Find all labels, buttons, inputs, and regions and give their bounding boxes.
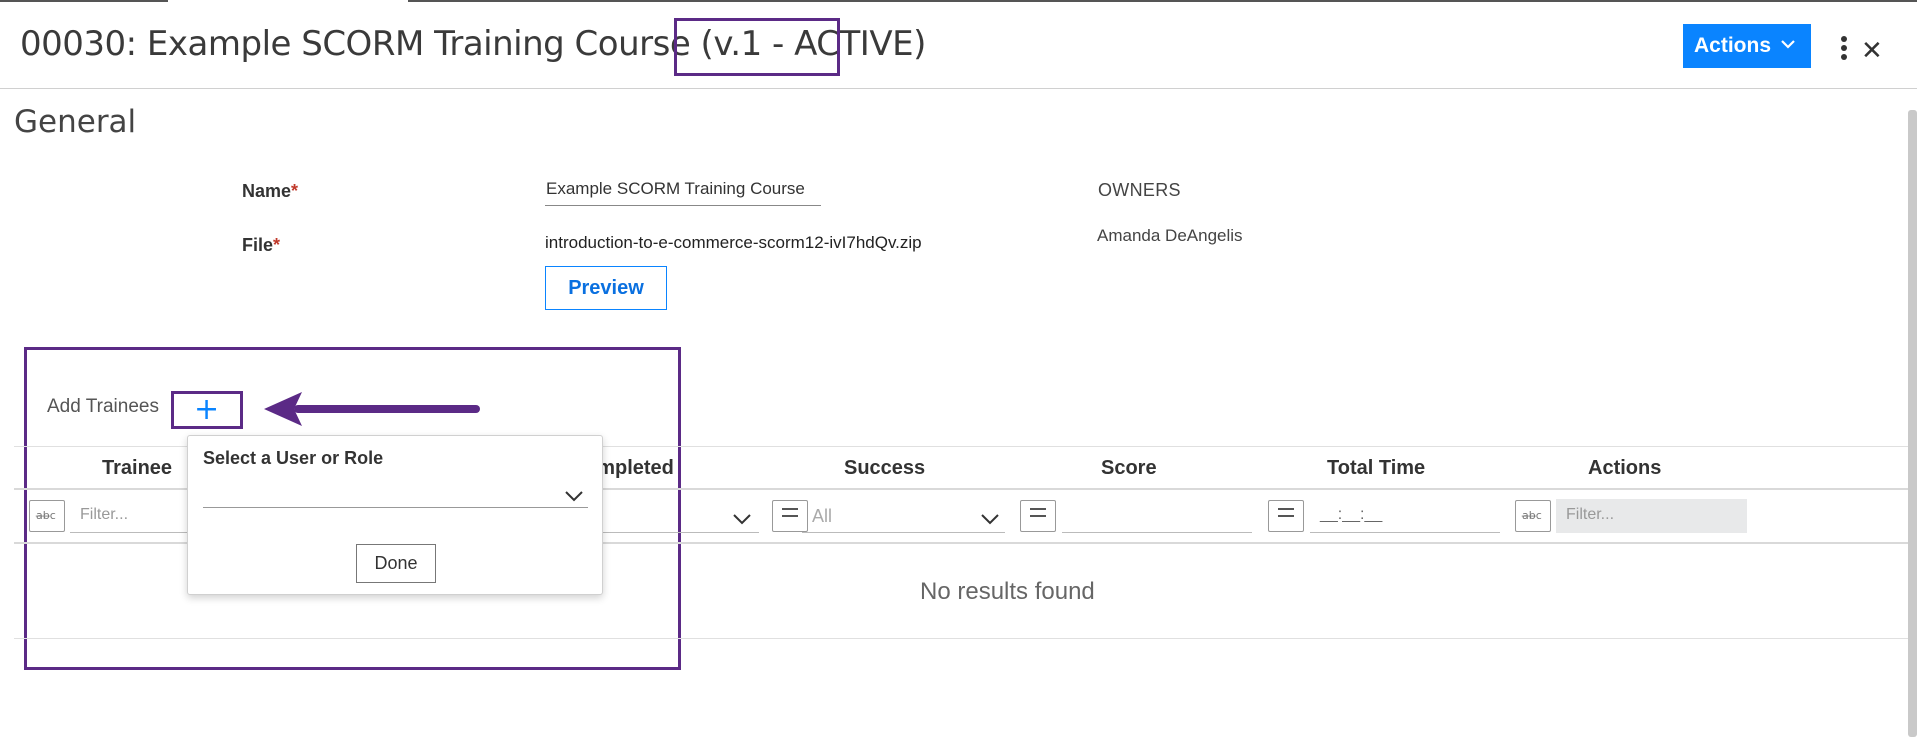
column-header-total-time[interactable]: Total Time [1327, 457, 1425, 480]
scrollbar[interactable] [1908, 110, 1917, 737]
completed-filter-select[interactable] [583, 499, 759, 533]
empty-state-message: No results found [920, 578, 1095, 605]
actions-button[interactable]: Actions [1683, 24, 1811, 68]
equals-filter-icon[interactable] [1268, 500, 1304, 532]
name-input[interactable]: Example SCORM Training Course [545, 178, 821, 206]
owners-heading: OWNERS [1098, 180, 1181, 200]
more-options-icon[interactable] [1838, 36, 1850, 64]
plus-icon: + [194, 392, 220, 427]
annotation-arrow-icon [264, 392, 480, 426]
popup-label: Select a User or Role [203, 448, 384, 468]
equals-filter-icon[interactable] [1020, 500, 1056, 532]
user-role-select[interactable] [203, 480, 588, 508]
close-icon[interactable]: ✕ [1861, 35, 1883, 66]
section-title: General [14, 104, 137, 140]
required-mark: * [291, 181, 299, 201]
trainee-filter-input[interactable]: Filter... [70, 499, 188, 533]
select-user-role-popup: Select a User or Role Done [187, 435, 603, 595]
success-filter-value: All [812, 506, 833, 526]
done-button[interactable]: Done [356, 544, 436, 583]
success-filter-select[interactable]: All [802, 499, 1005, 533]
status-annotation-box [674, 18, 840, 76]
time-placeholder: __:__:__ [1320, 506, 1383, 523]
file-label: File* [242, 235, 281, 255]
file-value: introduction-to-e-commerce-scorm12-ivI7h… [545, 233, 922, 252]
column-header-score[interactable]: Score [1101, 457, 1157, 480]
success-filter-chevron-down-icon[interactable] [980, 512, 1000, 526]
column-header-actions[interactable]: Actions [1588, 457, 1661, 480]
chevron-down-icon [565, 491, 583, 502]
column-header-success[interactable]: Success [844, 457, 925, 480]
page-header: 00030: Example SCORM Training Course (v.… [0, 3, 1917, 89]
owner-name[interactable]: Amanda DeAngelis [1097, 226, 1243, 246]
actions-button-label: Actions [1694, 34, 1772, 57]
add-trainees-label: Add Trainees [47, 396, 159, 417]
actions-filter-input[interactable]: Filter... [1556, 499, 1747, 533]
total-time-filter-input[interactable]: __:__:__ [1310, 499, 1500, 533]
name-label: Name* [242, 181, 299, 201]
text-filter-mode-icon[interactable]: a̶b̶c [29, 500, 65, 532]
required-mark: * [273, 235, 281, 255]
column-header-trainee[interactable]: Trainee [102, 457, 172, 480]
add-trainee-button[interactable]: + [171, 391, 243, 429]
chevron-down-icon [1781, 40, 1795, 49]
preview-button[interactable]: Preview [545, 266, 667, 310]
score-filter-input[interactable] [1062, 499, 1252, 533]
text-filter-mode-icon[interactable]: a̶b̶c [1515, 500, 1551, 532]
